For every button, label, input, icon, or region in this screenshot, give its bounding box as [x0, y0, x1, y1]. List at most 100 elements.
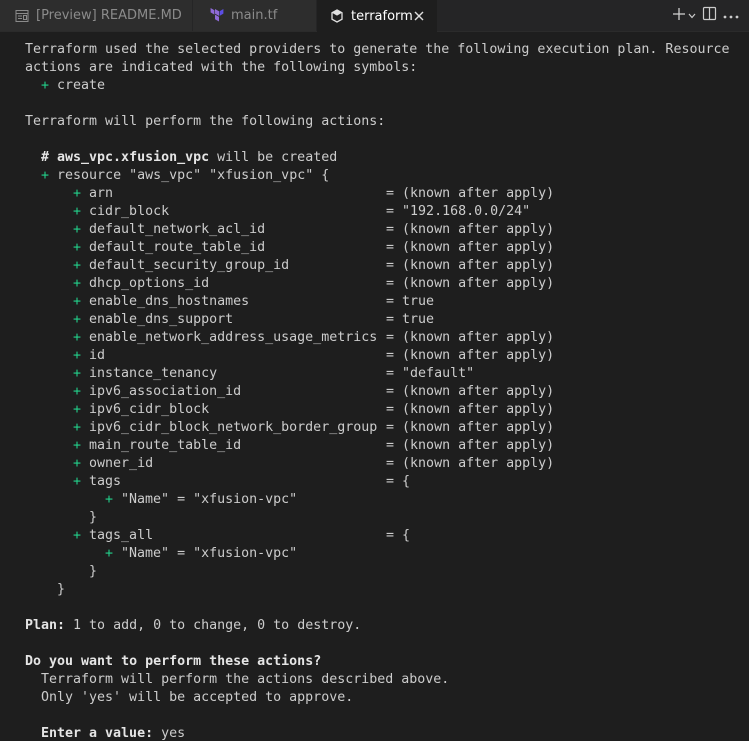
terminal-output[interactable]: Terraform used the selected providers to… — [0, 32, 749, 741]
tab-label: main.tf — [231, 8, 278, 23]
split-icon — [702, 6, 717, 25]
preview-icon — [14, 8, 30, 24]
attribute-name: default_network_acl_id — [89, 222, 266, 237]
plus-icon — [672, 7, 686, 25]
attribute-line: + enable_dns_hostnames = true — [73, 293, 434, 311]
attribute-value: = true — [386, 294, 435, 309]
plus-symbol: + — [73, 240, 82, 255]
tab-readme-preview[interactable]: [Preview] README.MD — [0, 0, 193, 31]
resource-address: aws_vpc.xfusion_vpc — [57, 150, 210, 165]
attribute-name: enable_dns_support — [89, 312, 234, 327]
plus-symbol: + — [73, 222, 82, 237]
more-icon — [723, 8, 739, 23]
attribute-value: = (known after apply) — [386, 186, 555, 201]
tag-entry: "Name" = "xfusion-vpc" — [121, 492, 298, 507]
attribute-value: = (known after apply) — [386, 402, 555, 417]
plus-symbol: + — [73, 420, 82, 435]
plus-symbol: + — [73, 348, 82, 363]
terminal-icon — [329, 8, 345, 24]
symbol-create-label: create — [57, 78, 106, 93]
resource-close-brace: } — [57, 582, 66, 597]
tab-terraform-terminal[interactable]: terraform — [317, 0, 437, 32]
plus-symbol: + — [73, 276, 82, 291]
attribute-name: main_route_table_id — [89, 438, 242, 453]
attribute-line: + ipv6_cidr_block_network_border_group = … — [73, 419, 554, 437]
attribute-line: + ipv6_association_id = (known after appl… — [73, 383, 554, 401]
plus-symbol: + — [105, 492, 114, 507]
tab-label: terraform — [351, 8, 413, 24]
tag-entry: "Name" = "xfusion-vpc" — [121, 546, 298, 561]
tags-close-brace: } — [89, 510, 98, 525]
plus-symbol: + — [73, 384, 82, 399]
enter-value-prompt[interactable]: Enter a value: yes — [41, 725, 185, 741]
tab-actions — [666, 0, 749, 31]
attribute-name: arn — [89, 186, 114, 201]
plus-symbol: + — [73, 456, 82, 471]
attribute-name: cidr_block — [89, 204, 170, 219]
tab-label: [Preview] README.MD — [36, 8, 182, 23]
intro-line-2: actions are indicated with the following… — [25, 60, 418, 75]
tags-all-close-brace: } — [89, 564, 98, 579]
attribute-value: = (known after apply) — [386, 420, 555, 435]
attribute-name: tags_all — [89, 528, 154, 543]
plan-text: 1 to add, 0 to change, 0 to destroy. — [65, 618, 362, 633]
close-icon[interactable] — [411, 8, 427, 24]
plus-symbol: + — [73, 294, 82, 309]
symbol-create-line: + create — [41, 77, 105, 95]
attribute-line: + id = (known after apply) — [73, 347, 554, 365]
plus-symbol: + — [73, 330, 82, 345]
attribute-name: enable_dns_hostnames — [89, 294, 250, 309]
attribute-value: = (known after apply) — [386, 438, 555, 453]
attribute-value: = (known after apply) — [386, 240, 555, 255]
resource-declaration: resource "aws_vpc" "xfusion_vpc" { — [57, 168, 330, 183]
attribute-name: dhcp_options_id — [89, 276, 210, 291]
resource-declaration-line: + resource "aws_vpc" "xfusion_vpc" { — [41, 167, 329, 185]
attribute-value: = (known after apply) — [386, 348, 555, 363]
plus-symbol: + — [73, 258, 82, 273]
attribute-name: id — [89, 348, 106, 363]
attribute-value: = (known after apply) — [386, 258, 555, 273]
attribute-line: + default_security_group_id = (known afte… — [73, 257, 554, 275]
plan-label: Plan: — [25, 618, 66, 633]
split-editor-button[interactable] — [702, 5, 717, 27]
attribute-line: + cidr_block = "192.168.0.0/24" — [73, 203, 530, 221]
enter-value-input[interactable]: yes — [153, 726, 185, 741]
attribute-value: = (known after apply) — [386, 330, 555, 345]
comment-hash: # — [41, 150, 58, 165]
attribute-value: = (known after apply) — [386, 456, 555, 471]
plus-symbol: + — [73, 204, 82, 219]
intro-line-1: Terraform used the selected providers to… — [25, 42, 730, 57]
tags-all-entry-line: + "Name" = "xfusion-vpc" — [105, 545, 297, 563]
tag-entry-line: + "Name" = "xfusion-vpc" — [105, 491, 297, 509]
plus-symbol: + — [73, 366, 82, 381]
confirm-line-1: Terraform will perform the actions descr… — [41, 672, 450, 687]
plus-symbol: + — [73, 186, 82, 201]
attribute-name: ipv6_cidr_block_network_border_group — [89, 420, 378, 435]
attribute-line: + dhcp_options_id = (known after apply) — [73, 275, 554, 293]
plus-symbol: + — [105, 546, 114, 561]
attribute-line: + instance_tenancy = "default" — [73, 365, 474, 383]
attribute-line: + tags = { — [73, 473, 410, 491]
confirm-question: Do you want to perform these actions? — [25, 654, 322, 669]
attribute-name: instance_tenancy — [89, 366, 218, 381]
plus-symbol: + — [73, 438, 82, 453]
resource-comment-line: # aws_vpc.xfusion_vpc will be created — [41, 149, 337, 167]
attribute-line: + default_route_table_id = (known after a… — [73, 239, 554, 257]
plus-symbol: + — [41, 168, 50, 183]
attribute-value: = (known after apply) — [386, 276, 555, 291]
attribute-line-tags-all: + tags_all = { — [73, 527, 410, 545]
attribute-name: default_security_group_id — [89, 258, 290, 273]
tab-main-tf[interactable]: main.tf — [193, 0, 317, 31]
attribute-value: = "192.168.0.0/24" — [386, 204, 531, 219]
attribute-name: tags — [89, 474, 122, 489]
confirm-line-2: Only 'yes' will be accepted to approve. — [41, 690, 354, 705]
new-terminal-button[interactable] — [672, 5, 696, 27]
attribute-name: ipv6_cidr_block — [89, 402, 210, 417]
plus-symbol: + — [41, 78, 50, 93]
attribute-value: = "default" — [386, 366, 475, 381]
attribute-value: = (known after apply) — [386, 222, 555, 237]
more-actions-button[interactable] — [723, 5, 739, 27]
attribute-value: = true — [386, 312, 435, 327]
editor-tab-bar: [Preview] README.MD main.tf terraform — [0, 0, 749, 32]
attribute-name: default_route_table_id — [89, 240, 266, 255]
